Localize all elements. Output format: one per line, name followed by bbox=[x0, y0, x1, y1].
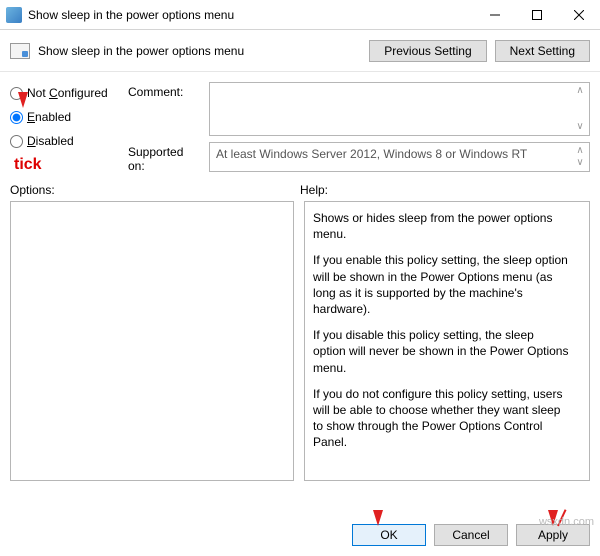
radio-enabled-label: Enabled bbox=[27, 110, 71, 124]
apply-button[interactable]: Apply bbox=[516, 524, 590, 546]
ok-button[interactable]: OK bbox=[352, 524, 426, 546]
maximize-button[interactable] bbox=[516, 0, 558, 30]
app-icon bbox=[6, 7, 22, 23]
close-button[interactable] bbox=[558, 0, 600, 30]
lower-panels: Shows or hides sleep from the power opti… bbox=[0, 199, 600, 481]
radio-enabled-input[interactable] bbox=[10, 111, 23, 124]
next-setting-button[interactable]: Next Setting bbox=[495, 40, 590, 62]
radio-disabled-label: Disabled bbox=[27, 134, 74, 148]
fields-column: Comment: ∧ ∨ Supported on: At least Wind… bbox=[128, 82, 590, 173]
policy-title: Show sleep in the power options menu bbox=[38, 44, 361, 58]
help-label: Help: bbox=[300, 183, 590, 197]
scroll-up-icon: ∧ bbox=[573, 145, 587, 157]
dialog-footer: OK Cancel Apply bbox=[352, 524, 590, 546]
scroll-up-icon: ∧ bbox=[573, 85, 587, 97]
window-title: Show sleep in the power options menu bbox=[28, 8, 474, 22]
options-label: Options: bbox=[10, 183, 300, 197]
radio-disabled-input[interactable] bbox=[10, 135, 23, 148]
radio-disabled[interactable]: Disabled bbox=[10, 134, 120, 148]
radio-not-configured[interactable]: Not Configured bbox=[10, 86, 120, 100]
previous-setting-button[interactable]: Previous Setting bbox=[369, 40, 486, 62]
help-paragraph: If you disable this policy setting, the … bbox=[313, 327, 569, 376]
cancel-button[interactable]: Cancel bbox=[434, 524, 508, 546]
scroll-down-icon: ∨ bbox=[573, 121, 587, 133]
supported-on-label: Supported on: bbox=[128, 142, 203, 173]
comment-label: Comment: bbox=[128, 82, 203, 136]
policy-header: Show sleep in the power options menu Pre… bbox=[0, 30, 600, 72]
supported-on-box: At least Windows Server 2012, Windows 8 … bbox=[209, 142, 590, 172]
radio-column: Not Configured Enabled Disabled bbox=[10, 82, 120, 173]
help-paragraph: If you enable this policy setting, the s… bbox=[313, 252, 569, 317]
radio-not-configured-label: Not Configured bbox=[27, 86, 108, 100]
options-box[interactable] bbox=[10, 201, 294, 481]
radio-enabled[interactable]: Enabled bbox=[10, 110, 120, 124]
supported-on-value: At least Windows Server 2012, Windows 8 … bbox=[216, 147, 527, 161]
config-area: Not Configured Enabled Disabled Comment:… bbox=[0, 72, 600, 173]
policy-icon bbox=[10, 43, 30, 59]
radio-not-configured-input[interactable] bbox=[10, 87, 23, 100]
scroll-down-icon: ∨ bbox=[573, 157, 587, 169]
comment-textarea[interactable]: ∧ ∨ bbox=[209, 82, 590, 136]
minimize-button[interactable] bbox=[474, 0, 516, 30]
help-box: Shows or hides sleep from the power opti… bbox=[304, 201, 590, 481]
section-labels: Options: Help: bbox=[0, 173, 600, 199]
title-bar: Show sleep in the power options menu bbox=[0, 0, 600, 30]
help-paragraph: Shows or hides sleep from the power opti… bbox=[313, 210, 569, 242]
help-paragraph: If you do not configure this policy sett… bbox=[313, 386, 569, 451]
